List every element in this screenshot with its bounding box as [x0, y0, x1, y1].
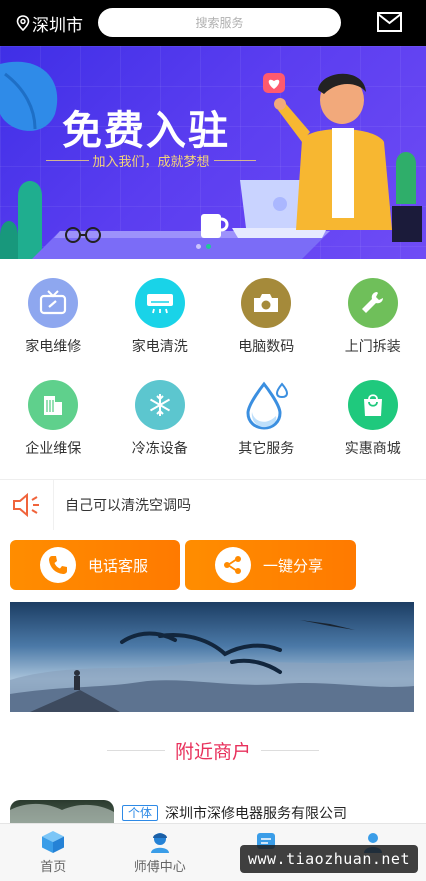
service-label: 实惠商城 — [344, 441, 401, 457]
service-mall[interactable]: 实惠商城 — [320, 370, 426, 458]
nearby-merchants-heading: 附近商户 — [0, 734, 426, 766]
promo-banner[interactable]: 免费入驻 加入我们，成就梦想 — [0, 46, 426, 259]
merchant-type-badge: 个体 — [122, 805, 159, 821]
service-installation[interactable]: 上门拆装 — [320, 268, 426, 356]
service-refrigeration[interactable]: 冷冻设备 — [107, 370, 214, 458]
subtitle-line-right — [213, 160, 257, 161]
banner-subtitle-text: 加入我们，成就梦想 — [92, 155, 210, 170]
leaf-illustration — [0, 61, 58, 131]
service-label: 上门拆装 — [344, 339, 401, 355]
phone-service-label: 电话客服 — [88, 556, 149, 575]
phone-icon — [40, 547, 76, 583]
service-computer-digital[interactable]: 电脑数码 — [213, 268, 320, 356]
home-cube-icon — [42, 831, 65, 853]
building-icon — [28, 380, 79, 430]
carousel-dot[interactable] — [196, 244, 201, 249]
service-label: 其它服务 — [238, 441, 295, 457]
service-appliance-repair[interactable]: 家电维修 — [0, 268, 107, 356]
phone-service-button[interactable]: 电话客服 — [10, 540, 180, 590]
carousel-indicator — [196, 244, 211, 249]
speaker-icon — [0, 480, 54, 530]
share-button[interactable]: 一键分享 — [185, 540, 356, 590]
person-illustration — [274, 73, 392, 230]
service-enterprise-maintenance[interactable]: 企业维保 — [0, 370, 107, 458]
service-appliance-cleaning[interactable]: 家电清洗 — [107, 268, 214, 356]
service-other[interactable]: 其它服务 — [213, 370, 320, 458]
air-conditioner-icon — [134, 278, 185, 328]
tab-home[interactable]: 首页 — [0, 824, 107, 881]
tab-label: 首页 — [40, 860, 67, 875]
tab-label: 师傅中心 — [133, 860, 186, 875]
wrench-icon — [347, 278, 398, 328]
share-label: 一键分享 — [263, 556, 324, 575]
site-watermark: www.tiaozhuan.net — [239, 845, 418, 873]
subtitle-line-left — [46, 160, 89, 161]
camera-icon — [241, 278, 292, 328]
service-grid: 家电维修 家电清洗 电脑数码 上门拆装 企业维保 冷冻设备 其它服务 实惠商城 — [0, 268, 426, 458]
section-title: 附近商户 — [174, 740, 251, 763]
snowflake-icon — [134, 380, 185, 430]
heading-line-left — [106, 749, 165, 751]
mountain-landscape-image — [10, 620, 414, 712]
search-input[interactable] — [98, 15, 341, 30]
heading-line-right — [261, 749, 319, 751]
service-label: 企业维保 — [25, 441, 82, 457]
service-label: 家电清洗 — [131, 339, 188, 355]
service-label: 电脑数码 — [238, 339, 295, 355]
glasses-illustration — [65, 227, 101, 243]
tv-repair-icon — [28, 278, 79, 328]
carousel-dot-active[interactable] — [206, 244, 211, 249]
service-label: 家电维修 — [25, 339, 82, 355]
mug-illustration — [201, 214, 229, 238]
heart-bubble-icon — [263, 73, 285, 93]
merchant-name[interactable]: 深圳市深修电器服务有限公司 — [165, 803, 347, 823]
location-pin-icon — [16, 15, 30, 31]
shopping-bag-icon — [347, 380, 398, 430]
share-icon — [215, 547, 251, 583]
ad-banner-image[interactable] — [10, 602, 414, 712]
tab-worker-center[interactable]: 师傅中心 — [107, 824, 214, 881]
notice-bar[interactable]: 自己可以清洗空调吗 — [0, 480, 426, 530]
notice-text[interactable]: 自己可以清洗空调吗 — [65, 495, 191, 515]
service-label: 冷冻设备 — [131, 441, 188, 457]
right-cactus-illustration — [392, 152, 422, 242]
banner-title: 免费入驻 — [62, 108, 230, 154]
worker-icon — [150, 833, 169, 853]
banner-subtitle: 加入我们，成就梦想 — [46, 151, 257, 170]
water-drop-icon — [241, 380, 291, 430]
search-bar[interactable] — [98, 8, 341, 37]
top-bar: 深圳市 — [0, 0, 426, 46]
location-label: 深圳市 — [32, 15, 83, 36]
location-selector[interactable]: 深圳市 — [16, 0, 83, 46]
mail-icon[interactable] — [377, 12, 402, 32]
